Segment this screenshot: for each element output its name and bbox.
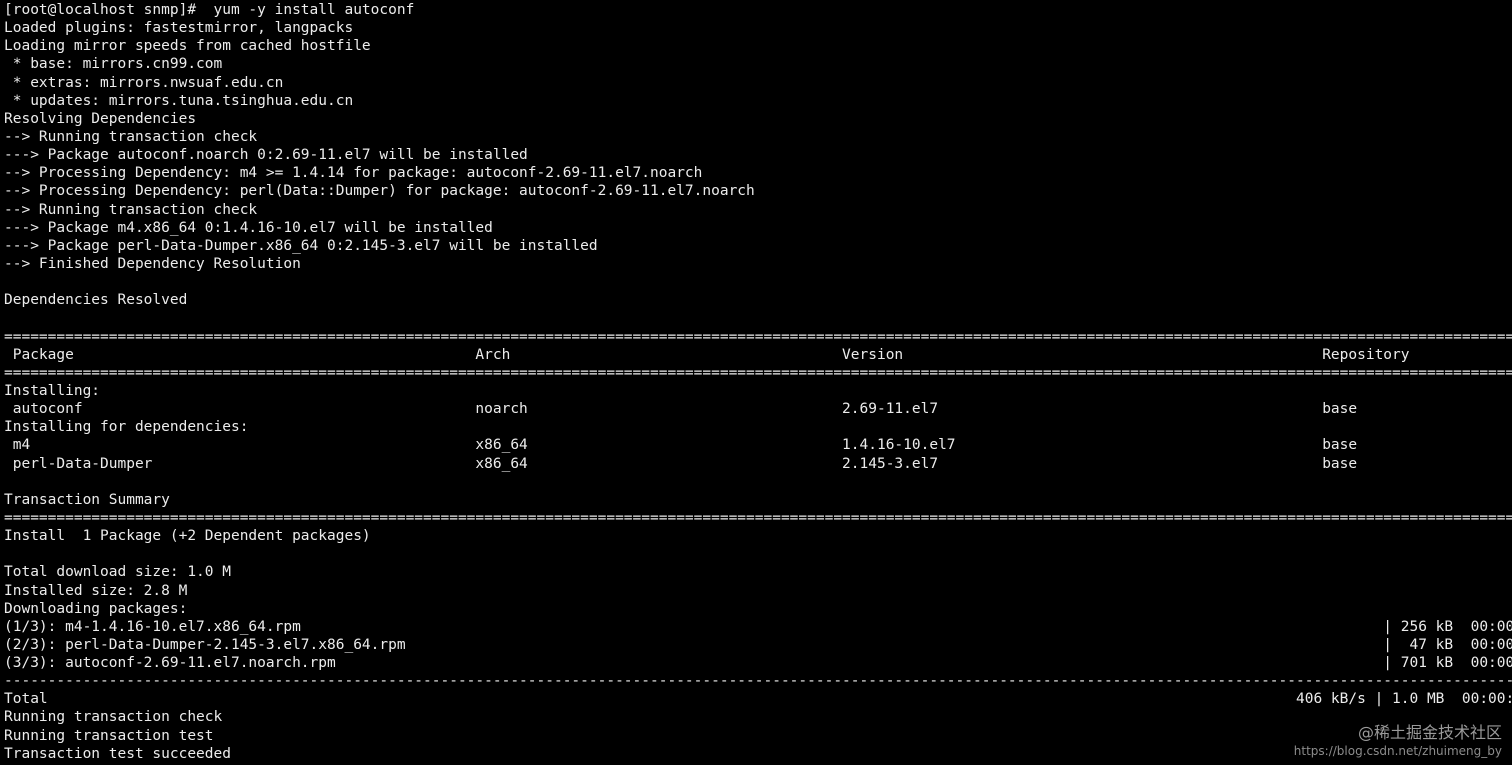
terminal-line: Loaded plugins: fastestmirror, langpacks bbox=[4, 20, 354, 37]
terminal-line: Transaction Summary bbox=[4, 491, 170, 508]
terminal-line: * base: mirrors.cn99.com bbox=[4, 56, 223, 73]
terminal-line: [root@localhost snmp]# yum -y install au… bbox=[4, 2, 415, 18]
terminal-window[interactable]: [root@localhost snmp]# yum -y install au… bbox=[0, 0, 1512, 765]
terminal-line: Resolving Dependencies bbox=[4, 110, 197, 127]
terminal-line: ---> Package m4.x86_64 0:1.4.16-10.el7 w… bbox=[4, 219, 493, 236]
watermark-brand: @稀土掘金技术社区 bbox=[1357, 723, 1502, 742]
terminal-line: (2/3): perl-Data-Dumper-2.145-3.el7.x86_… bbox=[4, 636, 1512, 653]
terminal-line: --> Processing Dependency: m4 >= 1.4.14 … bbox=[4, 165, 703, 182]
terminal-line: (3/3): autoconf-2.69-11.el7.noarch.rpm |… bbox=[4, 655, 1512, 672]
terminal-line: ========================================… bbox=[4, 509, 1512, 526]
terminal-line: Installing: bbox=[4, 382, 101, 399]
terminal-line: ----------------------------------------… bbox=[4, 673, 1512, 690]
terminal-line: Package Arch Version Repository Size bbox=[12, 346, 1410, 363]
terminal-line: Total 406 kB/s | 1.0 MB 00:00:02 bbox=[4, 691, 1512, 708]
watermark-url: https://blog.csdn.net/zhuimeng_by bbox=[1293, 744, 1502, 758]
terminal-line: ========================================… bbox=[4, 364, 1512, 381]
terminal-line: --> Running transaction check bbox=[4, 128, 258, 145]
terminal-line: Total download size: 1.0 M bbox=[4, 564, 231, 581]
terminal-line: --> Running transaction check bbox=[4, 201, 258, 218]
terminal-line: * extras: mirrors.nwsuaf.edu.cn bbox=[4, 74, 284, 91]
terminal-line: ---> Package autoconf.noarch 0:2.69-11.e… bbox=[4, 147, 528, 164]
terminal-line: perl-Data-Dumper x86_64 2.145-3.el7 base… bbox=[12, 455, 1358, 472]
terminal-line: ---> Package perl-Data-Dumper.x86_64 0:2… bbox=[4, 237, 598, 254]
terminal-line: Transaction test succeeded bbox=[4, 745, 231, 762]
terminal-line: autoconf noarch 2.69-11.el7 base 701 k bbox=[12, 401, 1358, 418]
terminal-line: (1/3): m4-1.4.16-10.el7.x86_64.rpm | 256… bbox=[4, 618, 1512, 635]
terminal-line: Install 1 Package (+2 Dependent packages… bbox=[4, 528, 371, 545]
terminal-line: Running transaction check bbox=[4, 709, 223, 726]
terminal-line: --> Processing Dependency: perl(Data::Du… bbox=[4, 183, 755, 200]
terminal-line: Installing for dependencies: bbox=[4, 419, 249, 436]
terminal-line: Running transaction test bbox=[4, 727, 214, 744]
terminal-line: Loading mirror speeds from cached hostfi… bbox=[4, 38, 371, 55]
terminal-line: m4 x86_64 1.4.16-10.el7 base 256 k bbox=[12, 437, 1358, 454]
terminal-line: --> Finished Dependency Resolution bbox=[4, 255, 301, 272]
terminal-line: * updates: mirrors.tuna.tsinghua.edu.cn bbox=[4, 92, 354, 109]
terminal-output: [root@localhost snmp]# yum -y install au… bbox=[4, 1, 1512, 763]
terminal-line: Dependencies Resolved bbox=[4, 292, 188, 309]
terminal-line: Downloading packages: bbox=[4, 600, 188, 617]
watermark: @稀土掘金技术社区 https://blog.csdn.net/zhuimeng… bbox=[1294, 723, 1502, 759]
terminal-line: ========================================… bbox=[4, 328, 1512, 345]
terminal-line: Installed size: 2.8 M bbox=[4, 582, 188, 599]
